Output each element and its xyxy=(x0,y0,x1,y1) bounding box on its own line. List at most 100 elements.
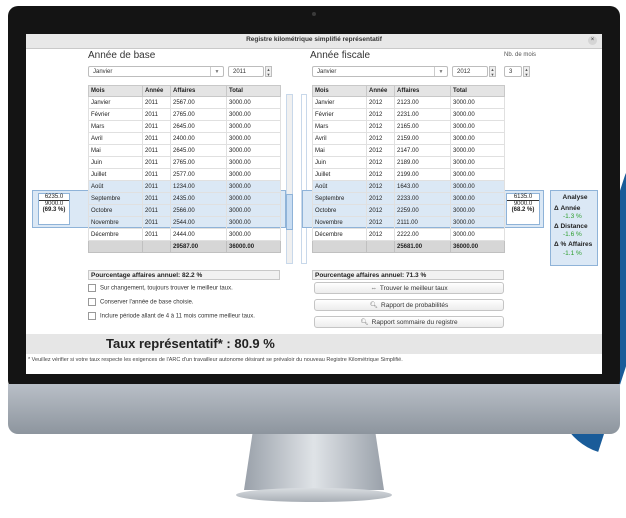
table-cell: Septembre xyxy=(88,192,143,205)
column-header[interactable]: Total xyxy=(226,85,281,97)
scrollbar-track[interactable] xyxy=(286,94,293,264)
fiscal-month-select[interactable]: Janvier ▼ xyxy=(312,66,448,77)
table-row[interactable]: Novembre 2011 2544.00 3000.00 xyxy=(88,216,281,229)
table-row[interactable]: Juin 2011 2765.00 3000.00 xyxy=(88,156,281,169)
option-include-period[interactable]: Inclure période allant de 4 à 11 mois co… xyxy=(88,312,255,320)
scrollbar-thumb[interactable] xyxy=(286,194,293,230)
base-month-select[interactable]: Janvier ▼ xyxy=(88,66,224,77)
table-cell: 3000.00 xyxy=(450,192,505,205)
table-row[interactable]: Avril 2011 2400.00 3000.00 xyxy=(88,132,281,145)
summary-report-button[interactable]: 🔍︎ Rapport sommaire du registre xyxy=(314,316,504,328)
arrows-icon: ⇔ xyxy=(370,285,377,292)
months-value: 3 xyxy=(509,69,513,75)
table-row[interactable]: Novembre 2012 2111.00 3000.00 xyxy=(312,216,505,229)
checkbox[interactable] xyxy=(88,312,96,320)
table-cell: 3000.00 xyxy=(450,108,505,121)
probabilities-report-button[interactable]: 🔍︎ Rapport de probabilités xyxy=(314,299,504,311)
table-cell: 2566.00 xyxy=(170,204,227,217)
delta-year-label: Δ Année xyxy=(554,205,581,212)
option-always-best[interactable]: Sur changement, toujours trouver le meil… xyxy=(88,284,233,292)
table-cell: Décembre xyxy=(312,228,367,241)
table-row[interactable]: Janvier 2011 2567.00 3000.00 xyxy=(88,96,281,109)
chevron-down-icon[interactable]: ▼ xyxy=(210,67,223,76)
app-window: Registre kilométrique simplifié représen… xyxy=(26,34,602,374)
column-header[interactable]: Année xyxy=(366,85,395,97)
table-row[interactable]: Mai 2011 2645.00 3000.00 xyxy=(88,144,281,157)
table-row[interactable]: Juillet 2011 2577.00 3000.00 xyxy=(88,168,281,181)
table-cell: 2259.00 xyxy=(394,204,451,217)
table-row[interactable]: Avril 2012 2159.00 3000.00 xyxy=(312,132,505,145)
table-row[interactable]: Octobre 2012 2259.00 3000.00 xyxy=(312,204,505,217)
total-cell: 36000.00 xyxy=(226,240,281,253)
table-cell: Octobre xyxy=(312,204,367,217)
chevron-down-icon[interactable]: ▼ xyxy=(434,67,447,76)
table-cell: 2011 xyxy=(142,144,171,157)
table-row[interactable]: Décembre 2012 2222.00 3000.00 xyxy=(312,228,505,241)
monitor-stand-base xyxy=(236,488,392,502)
months-label: Nb. de mois xyxy=(504,52,537,58)
table-row[interactable]: Septembre 2012 2233.00 3000.00 xyxy=(312,192,505,205)
delta-business-label: Δ % Affaires xyxy=(554,241,593,248)
column-header[interactable]: Total xyxy=(450,85,505,97)
table-cell: 2645.00 xyxy=(170,144,227,157)
table-cell: 3000.00 xyxy=(226,144,281,157)
base-year-field[interactable]: 2011 xyxy=(228,66,264,77)
table-cell: 2231.00 xyxy=(394,108,451,121)
table-row[interactable]: Août 2012 1643.00 3000.00 xyxy=(312,180,505,193)
table-cell: Décembre xyxy=(88,228,143,241)
analysis-panel: Analyse Δ Année -1.3 % Δ Distance -1.6 %… xyxy=(550,190,598,266)
table-row[interactable]: Février 2012 2231.00 3000.00 xyxy=(312,108,505,121)
table-row[interactable]: Octobre 2011 2566.00 3000.00 xyxy=(88,204,281,217)
table-cell: Février xyxy=(88,108,143,121)
base-year-value: 2011 xyxy=(233,69,246,75)
table-row[interactable]: Juillet 2012 2199.00 3000.00 xyxy=(312,168,505,181)
table-cell: 3000.00 xyxy=(450,204,505,217)
table-row[interactable]: Septembre 2011 2435.00 3000.00 xyxy=(88,192,281,205)
table-row[interactable]: Janvier 2012 2123.00 3000.00 xyxy=(312,96,505,109)
checkbox[interactable] xyxy=(88,284,96,292)
column-header[interactable]: Année xyxy=(142,85,171,97)
table-cell: 2199.00 xyxy=(394,168,451,181)
table-cell: 3000.00 xyxy=(226,180,281,193)
table-row[interactable]: Décembre 2011 2444.00 3000.00 xyxy=(88,228,281,241)
find-best-rate-button[interactable]: ⇔ Trouver le meilleur taux xyxy=(314,282,504,294)
fiscal-year-spinner[interactable]: ▲ ▼ xyxy=(489,66,496,77)
delta-distance-value: -1.6 % xyxy=(563,231,582,238)
table-row[interactable]: Juin 2012 2189.00 3000.00 xyxy=(312,156,505,169)
table-row[interactable]: Mai 2012 2147.00 3000.00 xyxy=(312,144,505,157)
table-cell: 3000.00 xyxy=(226,96,281,109)
delta-distance-label: Δ Distance xyxy=(554,223,588,230)
table-cell: Août xyxy=(312,180,367,193)
window-title: Registre kilométrique simplifié représen… xyxy=(246,36,382,43)
checkbox[interactable] xyxy=(88,298,96,306)
table-cell: Octobre xyxy=(88,204,143,217)
table-row[interactable]: Mars 2012 2165.00 3000.00 xyxy=(312,120,505,133)
base-year-table: Mois Année Affaires Total Janvier 2011 2567.0… xyxy=(88,85,281,253)
table-cell: 2123.00 xyxy=(394,96,451,109)
months-field[interactable]: 3 xyxy=(504,66,522,77)
base-year-spinner[interactable]: ▲ ▼ xyxy=(265,66,272,77)
base-year-percentage: Pourcentage affaires annuel: 82.2 % xyxy=(88,270,280,280)
months-spinner[interactable]: ▲ ▼ xyxy=(523,66,530,77)
option-label: Inclure période allant de 4 à 11 mois co… xyxy=(100,313,255,320)
right-scroll-track[interactable] xyxy=(301,94,307,264)
table-row[interactable]: Mars 2011 2645.00 3000.00 xyxy=(88,120,281,133)
total-cell xyxy=(88,240,143,253)
table-row[interactable]: Août 2011 1234.00 3000.00 xyxy=(88,180,281,193)
table-row[interactable]: Février 2011 2765.00 3000.00 xyxy=(88,108,281,121)
column-header[interactable]: Mois xyxy=(88,85,143,97)
total-cell xyxy=(366,240,395,253)
column-header[interactable]: Mois xyxy=(312,85,367,97)
fiscal-year-percentage: Pourcentage affaires annuel: 71.3 % xyxy=(312,270,504,280)
column-header[interactable]: Affaires xyxy=(170,85,227,97)
table-cell: Septembre xyxy=(312,192,367,205)
close-icon[interactable]: × xyxy=(588,36,597,45)
table-cell: 2011 xyxy=(142,192,171,205)
column-header[interactable]: Affaires xyxy=(394,85,451,97)
table-cell: 2147.00 xyxy=(394,144,451,157)
left-callout-value: 6235.0 xyxy=(39,194,69,201)
fiscal-year-field[interactable]: 2012 xyxy=(452,66,488,77)
table-cell: 2233.00 xyxy=(394,192,451,205)
table-cell: Juillet xyxy=(88,168,143,181)
option-keep-base-year[interactable]: Conserver l'année de base choisie. xyxy=(88,298,194,306)
